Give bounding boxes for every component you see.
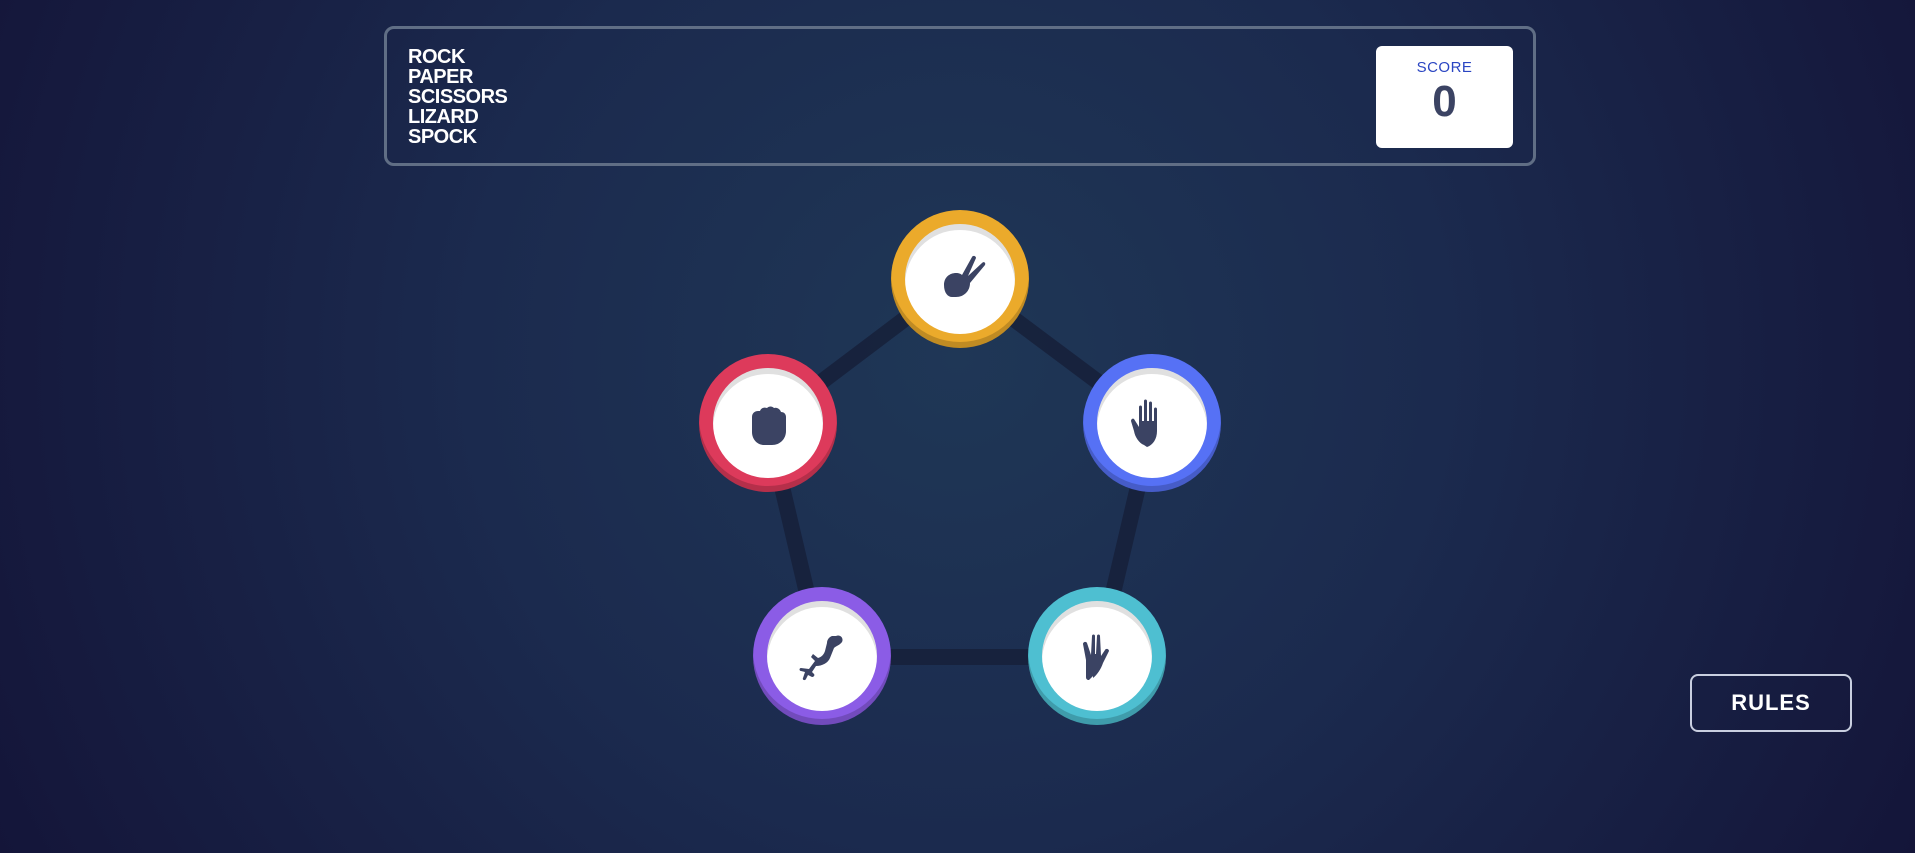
lizard-token-face <box>767 601 877 711</box>
scissors-token-face <box>905 224 1015 334</box>
pentagon-connector <box>759 270 1161 665</box>
rock-choice-button[interactable] <box>699 354 837 492</box>
rules-button[interactable]: RULES <box>1690 674 1852 732</box>
rock-fist-icon <box>752 406 786 445</box>
paper-choice-button[interactable] <box>1083 354 1221 492</box>
spock-hand-icon <box>1083 634 1109 680</box>
lizard-choice-button[interactable] <box>753 587 891 725</box>
lizard-icon <box>799 635 843 681</box>
scissors-hand-icon <box>944 255 986 297</box>
spock-choice-button[interactable] <box>1028 587 1166 725</box>
rock-token-face <box>713 368 823 478</box>
paper-hand-icon <box>1131 399 1157 447</box>
game-board <box>0 0 1915 853</box>
scissors-choice-button[interactable] <box>891 210 1029 348</box>
spock-token-face <box>1042 601 1152 711</box>
paper-token-face <box>1097 368 1207 478</box>
